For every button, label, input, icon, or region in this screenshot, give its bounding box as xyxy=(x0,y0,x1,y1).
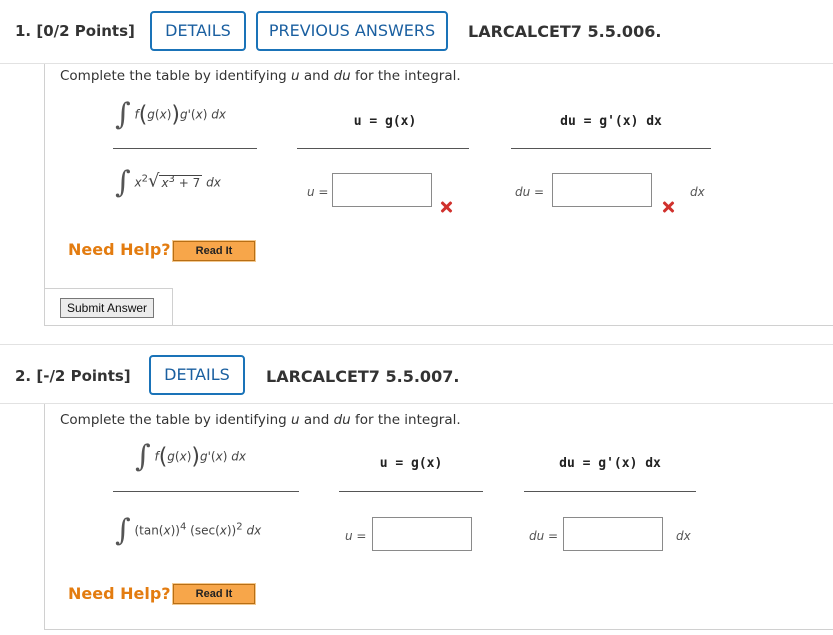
question-1-header: 1. [0/2 Points] DETAILS PREVIOUS ANSWERS… xyxy=(0,0,833,64)
question-code: LARCALCET7 5.5.006. xyxy=(468,22,662,41)
question-2-points: 2. [-/2 Points] xyxy=(15,367,131,385)
u-column-header: u = g(x) xyxy=(353,114,417,129)
header-rule xyxy=(511,148,711,149)
question-2-header: 2. [-/2 Points] DETAILS LARCALCET7 5.5.0… xyxy=(0,344,833,404)
header-rule xyxy=(113,148,257,149)
question-1-body: Complete the table by identifying u and … xyxy=(44,64,833,326)
integral-form-header: ∫ f(g(x))g'(x) dx xyxy=(115,97,226,132)
header-rule xyxy=(339,491,483,492)
u-column-header: u = g(x) xyxy=(379,456,443,471)
du-column-header: du = g'(x) dx xyxy=(559,456,661,471)
previous-answers-button[interactable]: PREVIOUS ANSWERS xyxy=(256,11,448,51)
integrand: ∫ (tan(x))4 (sec(x))2 dx xyxy=(115,513,262,548)
need-help-label: Need Help? xyxy=(68,584,171,603)
integrand: ∫ x2√ x3 + 7 dx xyxy=(115,165,221,200)
details-button[interactable]: DETAILS xyxy=(150,11,246,51)
header-rule xyxy=(297,148,469,149)
question-1-points: 1. [0/2 Points] xyxy=(15,22,135,40)
question-code: LARCALCET7 5.5.007. xyxy=(266,367,460,386)
u-label: u = xyxy=(307,185,329,199)
du-label: du = xyxy=(529,529,559,543)
dx-suffix: dx xyxy=(690,185,705,199)
header-rule xyxy=(113,491,299,492)
details-button[interactable]: DETAILS xyxy=(149,355,245,395)
du-column-header: du = g'(x) dx xyxy=(560,114,662,129)
need-help-label: Need Help? xyxy=(68,240,171,259)
question-2-body: Complete the table by identifying u and … xyxy=(44,404,833,630)
dx-suffix: dx xyxy=(676,529,691,543)
incorrect-icon xyxy=(662,201,674,213)
du-label: du = xyxy=(515,185,545,199)
du-input[interactable] xyxy=(563,517,663,551)
submit-answer-button[interactable]: Submit Answer xyxy=(60,298,155,318)
du-input[interactable] xyxy=(552,173,652,207)
u-input[interactable] xyxy=(332,173,432,207)
instruction-text: Complete the table by identifying u and … xyxy=(60,68,461,84)
incorrect-icon xyxy=(440,201,452,213)
instruction-text: Complete the table by identifying u and … xyxy=(60,412,461,428)
integral-form-header: ∫ f(g(x))g'(x) dx xyxy=(135,439,246,474)
read-it-button[interactable]: Read It xyxy=(172,240,256,262)
read-it-button[interactable]: Read It xyxy=(172,583,256,605)
header-rule xyxy=(524,491,696,492)
u-input[interactable] xyxy=(372,517,472,551)
u-label: u = xyxy=(345,529,367,543)
